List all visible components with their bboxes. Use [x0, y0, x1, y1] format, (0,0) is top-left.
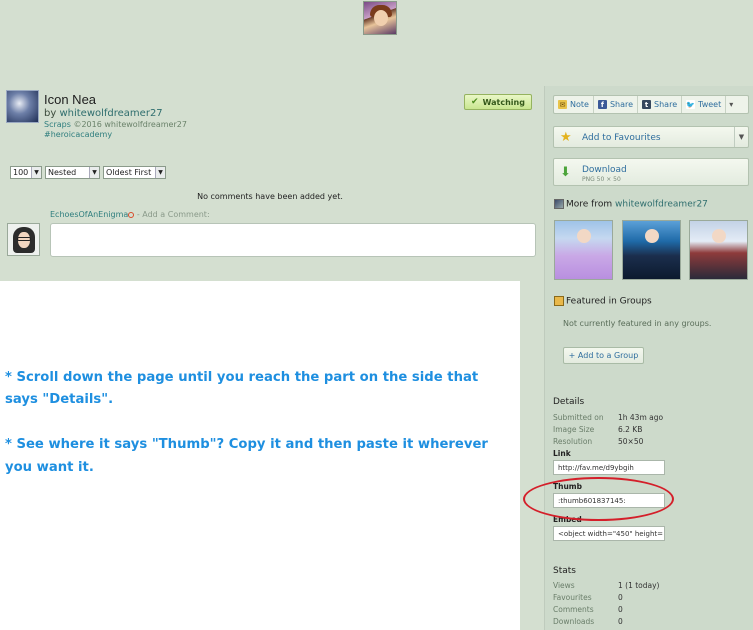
download-info: PNG 50 × 50: [582, 176, 621, 183]
stat-value: 0: [618, 593, 623, 602]
deviation-meta: Scraps ©2016 whitewolfdreamer27: [44, 120, 187, 129]
facebook-label: Share: [609, 100, 634, 109]
gallery-thumbnail[interactable]: [689, 220, 748, 280]
stat-favourites: Favourites 0: [553, 593, 683, 602]
stat-label: Views: [553, 581, 575, 590]
per-page-select[interactable]: 100 ▼: [10, 166, 42, 179]
featured-groups-label: Featured in Groups: [566, 296, 652, 307]
details-heading: Details: [553, 397, 585, 407]
chevron-down-icon: ▾: [729, 100, 734, 109]
view-mode-select[interactable]: Nested ▼: [45, 166, 100, 179]
tutorial-panel: * Scroll down the page until you reach t…: [0, 281, 520, 630]
share-more-dropdown[interactable]: ▾: [726, 96, 736, 113]
no-groups-message: Not currently featured in any groups.: [563, 319, 712, 328]
detail-value: 1h 43m ago: [618, 413, 664, 422]
per-page-value: 100: [13, 168, 29, 177]
add-to-group-button[interactable]: + Add to a Group: [563, 347, 644, 364]
note-icon: ✉: [558, 100, 567, 109]
watching-label: Watching: [482, 97, 525, 107]
add-comment-label: - Add a Comment:: [136, 210, 210, 219]
star-icon: ★: [560, 130, 572, 145]
sort-order-select[interactable]: Oldest First ▼: [103, 166, 166, 179]
add-to-favourites-button[interactable]: ★ Add to Favourites ▼: [553, 126, 749, 148]
tutorial-line-2: says "Details".: [5, 392, 114, 407]
note-button[interactable]: ✉ Note: [554, 96, 594, 113]
stat-value: 1 (1 today): [618, 581, 660, 590]
featured-groups-heading: Featured in Groups: [554, 296, 652, 307]
copyright-text: ©2016 whitewolfdreamer27: [73, 120, 187, 129]
tag-link[interactable]: #heroicacademy: [44, 130, 112, 139]
by-label: by: [44, 108, 57, 119]
status-dot-icon: [128, 211, 135, 218]
download-arrow-icon: ⬇: [560, 165, 571, 180]
gallery-thumbnail[interactable]: [554, 220, 613, 280]
author-line: by whitewolfdreamer27: [44, 108, 163, 119]
tumblr-share-button[interactable]: t Share: [638, 96, 683, 113]
deviation-title: Icon Nea: [44, 92, 97, 107]
chevron-down-icon[interactable]: ▼: [734, 127, 748, 147]
commenter-link[interactable]: EchoesOfAnEnigma: [50, 210, 128, 219]
facebook-share-button[interactable]: f Share: [594, 96, 639, 113]
author-link[interactable]: whitewolfdreamer27: [59, 108, 162, 119]
detail-value: 50×50: [618, 437, 644, 446]
commenter-line: EchoesOfAnEnigma - Add a Comment:: [50, 210, 210, 219]
no-comments-message: No comments have been added yet.: [197, 192, 343, 201]
more-from-label: More from: [566, 199, 613, 210]
gallery-thumbnail[interactable]: [622, 220, 681, 280]
stat-value: 0: [618, 617, 623, 626]
note-label: Note: [570, 100, 589, 109]
embed-field[interactable]: <object width="450" height=: [553, 526, 665, 541]
favourites-label: Add to Favourites: [582, 133, 661, 143]
detail-label: Resolution: [553, 437, 593, 446]
gallery-icon: [554, 199, 564, 209]
detail-label: Submitted on: [553, 413, 604, 422]
category-link[interactable]: Scraps: [44, 120, 71, 129]
tutorial-line-3: * See where it says "Thumb"? Copy it and…: [5, 437, 488, 452]
stat-views: Views 1 (1 today): [553, 581, 683, 590]
detail-resolution: Resolution 50×50: [553, 437, 683, 446]
top-avatar-icon[interactable]: [363, 1, 397, 35]
detail-value: 6.2 KB: [618, 425, 643, 434]
more-from-heading: More from whitewolfdreamer27: [554, 199, 708, 210]
view-mode-value: Nested: [48, 168, 77, 177]
home-icon: [554, 296, 564, 306]
link-label: Link: [553, 449, 571, 458]
detail-label: Image Size: [553, 425, 595, 434]
link-field[interactable]: http://fav.me/d9ybgih: [553, 460, 665, 475]
download-button[interactable]: ⬇ Download PNG 50 × 50: [553, 158, 749, 186]
more-from-user-link[interactable]: whitewolfdreamer27: [615, 200, 708, 210]
stat-value: 0: [618, 605, 623, 614]
chevron-down-icon: ▼: [155, 167, 165, 178]
twitter-label: Tweet: [698, 100, 722, 109]
tumblr-icon: t: [642, 100, 652, 109]
chevron-down-icon: ▼: [31, 167, 41, 178]
stat-label: Comments: [553, 605, 594, 614]
twitter-tweet-button[interactable]: 🐦 Tweet: [682, 96, 727, 113]
tumblr-label: Share: [654, 100, 678, 109]
stat-label: Favourites: [553, 593, 592, 602]
stat-comments: Comments 0: [553, 605, 683, 614]
twitter-icon: 🐦: [686, 100, 696, 109]
tutorial-line-1: * Scroll down the page until you reach t…: [5, 370, 479, 385]
chevron-down-icon: ▼: [89, 167, 99, 178]
highlight-ellipse: [523, 477, 674, 521]
tutorial-line-4: you want it.: [5, 460, 94, 475]
detail-submitted: Submitted on 1h 43m ago: [553, 413, 683, 422]
checkmark-icon: ✔: [471, 97, 479, 107]
share-bar: ✉ Note f Share t Share 🐦 Tweet ▾: [553, 95, 749, 114]
stat-label: Downloads: [553, 617, 595, 626]
download-label: Download: [582, 165, 627, 175]
facebook-icon: f: [597, 100, 607, 109]
watching-button[interactable]: ✔ Watching: [464, 94, 532, 110]
stats-heading: Stats: [553, 566, 576, 576]
commenter-avatar[interactable]: [7, 223, 40, 256]
stat-downloads: Downloads 0: [553, 617, 683, 626]
comment-input[interactable]: [50, 223, 536, 257]
detail-image-size: Image Size 6.2 KB: [553, 425, 683, 434]
author-avatar[interactable]: [6, 90, 39, 123]
sort-order-value: Oldest First: [106, 168, 152, 177]
